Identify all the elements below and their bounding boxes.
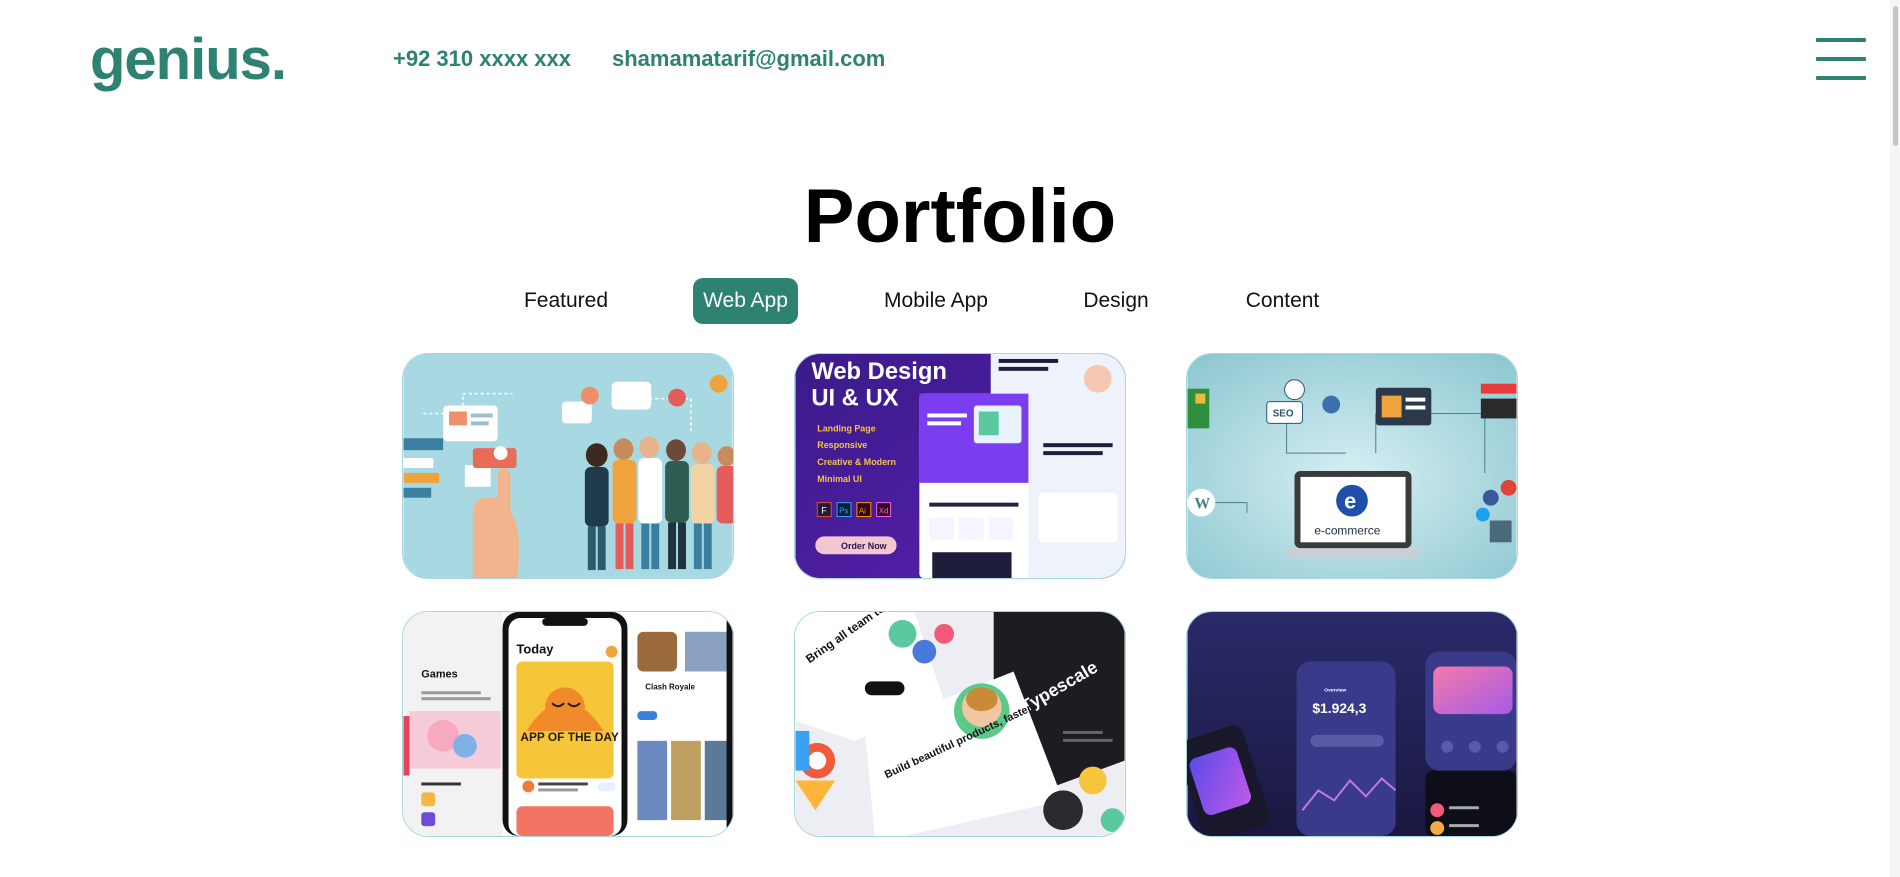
balance-label: $1.924,3 <box>1312 700 1366 716</box>
tool-icon: Ai <box>859 507 866 516</box>
clash-royale-label: Clash Royale <box>645 682 695 691</box>
banner-bullet: Minimal UI <box>817 474 862 484</box>
tab-featured[interactable]: Featured <box>516 278 616 324</box>
portfolio-card-ecommerce[interactable]: SEO W e e-commerce <box>1186 353 1518 579</box>
hamburger-icon[interactable] <box>1816 38 1866 80</box>
today-heading: Today <box>516 642 554 657</box>
banner-bullet: Responsive <box>817 440 867 450</box>
web-design-banner: Web Design UI & UX Landing Page Responsi… <box>795 354 1125 578</box>
finance-app-mockup: Overview $1.924,3 <box>1187 612 1517 836</box>
portfolio-card-web-design[interactable]: Web Design UI & UX Landing Page Responsi… <box>794 353 1126 579</box>
phone-link[interactable]: +92 310 xxxx xxx <box>393 46 571 72</box>
svg-text:e: e <box>1344 489 1356 514</box>
portfolio-card-finance-app[interactable]: Overview $1.924,3 <box>1186 611 1518 837</box>
banner-bullet: Landing Page <box>817 423 875 433</box>
svg-text:W: W <box>1194 496 1210 513</box>
tab-content[interactable]: Content <box>1235 278 1330 324</box>
email-link[interactable]: shamamatarif@gmail.com <box>612 46 885 72</box>
team-illustration <box>403 354 733 578</box>
ecommerce-illustration: SEO W e e-commerce <box>1187 354 1517 578</box>
portfolio-tabs: Featured Web App Mobile App Design Conte… <box>0 278 1900 324</box>
tool-icon: Ps <box>839 507 848 516</box>
order-now-label: Order Now <box>841 541 887 551</box>
portfolio-card-app-store[interactable]: Games Today APP OF THE DAY Clash Royale <box>402 611 734 837</box>
ui-collage: Bring all team together Typescale Build … <box>795 612 1125 836</box>
page-title: Portfolio <box>803 174 1117 259</box>
tab-web-app[interactable]: Web App <box>693 278 798 324</box>
games-heading: Games <box>421 668 457 680</box>
tool-icon: Xd <box>879 507 889 516</box>
tab-mobile-app[interactable]: Mobile App <box>873 278 999 324</box>
tool-icon: F <box>821 506 827 516</box>
banner-heading-2: UI & UX <box>811 385 898 412</box>
banner-bullet: Creative & Modern <box>817 457 896 467</box>
app-store-mockup: Games Today APP OF THE DAY Clash Royale <box>403 612 733 836</box>
feature-title: APP OF THE DAY <box>520 730 618 744</box>
banner-heading-1: Web Design <box>811 358 947 385</box>
logo[interactable]: genius. <box>90 24 287 96</box>
portfolio-card-ui-collage[interactable]: Bring all team together Typescale Build … <box>794 611 1126 837</box>
portfolio-card-team[interactable] <box>402 353 734 579</box>
ecommerce-screen-label: e-commerce <box>1314 523 1380 537</box>
scrollbar[interactable] <box>1890 0 1900 877</box>
svg-text:Overview: Overview <box>1324 687 1346 693</box>
seo-label: SEO <box>1273 408 1294 419</box>
tab-design[interactable]: Design <box>1074 278 1158 324</box>
scrollbar-thumb[interactable] <box>1893 6 1898 146</box>
